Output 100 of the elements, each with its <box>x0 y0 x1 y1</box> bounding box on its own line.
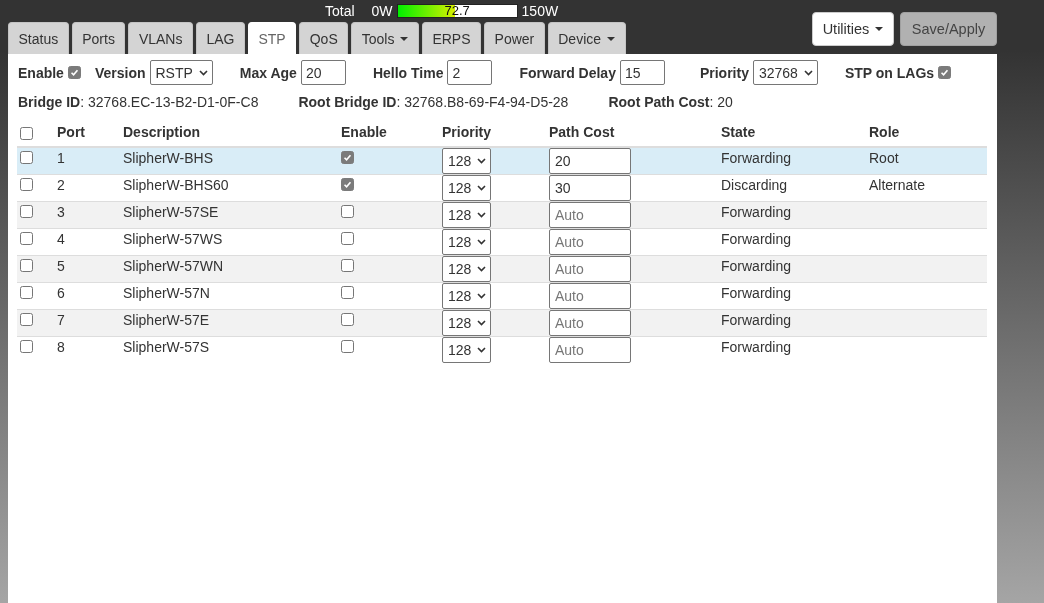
port-description: SlipherW-57WS <box>123 231 223 247</box>
row-checkbox[interactable] <box>20 286 33 299</box>
path-cost-field[interactable]: Auto <box>549 337 631 363</box>
tab[interactable]: STP <box>248 22 297 54</box>
row-checkbox[interactable] <box>20 205 33 218</box>
select-dropdown[interactable]: 32768 <box>752 60 818 85</box>
chevron-down-icon <box>803 69 813 76</box>
port-number: 2 <box>57 177 65 193</box>
tab[interactable]: Status <box>8 22 69 54</box>
enable-checkbox[interactable] <box>341 313 354 326</box>
input-field[interactable]: 2 <box>447 60 493 85</box>
field-label: Hello Time <box>372 64 444 81</box>
checkbox[interactable] <box>67 66 81 79</box>
port-role: Root <box>869 150 899 166</box>
enable-checkbox[interactable] <box>341 178 354 191</box>
port-state: Forwarding <box>721 258 792 274</box>
field-label: Priority <box>699 64 749 81</box>
port-number: 6 <box>57 285 65 301</box>
check-icon <box>68 67 80 78</box>
field-label: Forward Delay <box>519 64 616 81</box>
field-label: Enable <box>18 64 64 81</box>
port-state: Forwarding <box>721 339 792 355</box>
tab[interactable]: Ports <box>71 22 126 54</box>
column-header: Path Cost <box>549 124 615 140</box>
port-state: Forwarding <box>721 231 792 247</box>
priority-select[interactable]: 128 <box>442 256 492 282</box>
bridge-info-text: Root Bridge ID: 32768.B8-69-F4-94-D5-28 <box>298 94 569 110</box>
priority-select[interactable]: 128 <box>442 202 492 228</box>
chevron-down-icon <box>477 185 487 191</box>
row-checkbox[interactable] <box>20 151 33 164</box>
enable-checkbox[interactable] <box>341 340 354 353</box>
port-number: 1 <box>57 150 65 166</box>
column-header: Enable <box>341 124 387 140</box>
path-cost-field[interactable]: Auto <box>549 283 631 309</box>
field-label: Max Age <box>239 64 297 81</box>
tab[interactable]: VLANs <box>128 22 193 54</box>
menu-button[interactable]: Utilities <box>812 12 894 46</box>
port-description: SlipherW-BHS <box>123 150 213 166</box>
select-all-checkbox[interactable] <box>20 126 33 140</box>
checkbox[interactable] <box>938 66 952 79</box>
chevron-down-icon <box>477 266 487 272</box>
enable-checkbox[interactable] <box>341 259 354 272</box>
port-number: 5 <box>57 258 65 274</box>
column-header: Description <box>123 124 200 140</box>
column-header: Role <box>869 124 900 140</box>
caret-down-icon <box>875 27 884 31</box>
tab[interactable]: QoS <box>299 22 349 54</box>
save-button[interactable]: Save/Apply <box>900 12 997 46</box>
path-cost-field[interactable]: 20 <box>549 148 631 174</box>
path-cost-field[interactable]: Auto <box>549 202 631 228</box>
chevron-down-icon <box>477 347 487 353</box>
row-checkbox[interactable] <box>20 313 33 326</box>
tab[interactable]: ERPS <box>421 22 482 54</box>
priority-select[interactable]: 128 <box>442 148 492 174</box>
chevron-down-icon <box>477 212 487 218</box>
priority-select[interactable]: 128 <box>442 337 492 363</box>
select-dropdown[interactable]: RSTP <box>149 60 213 85</box>
field-label: STP on LAGs <box>844 64 935 81</box>
row-checkbox[interactable] <box>20 340 33 353</box>
enable-checkbox[interactable] <box>341 286 354 299</box>
path-cost-field[interactable]: Auto <box>549 229 631 255</box>
column-header: Priority <box>442 124 491 140</box>
chevron-down-icon <box>477 293 487 299</box>
power-max-label: 150W <box>521 3 559 19</box>
port-state: Forwarding <box>721 150 792 166</box>
port-role: Alternate <box>869 177 926 193</box>
path-cost-field[interactable]: Auto <box>549 310 631 336</box>
port-number: 7 <box>57 312 65 328</box>
chevron-down-icon <box>477 158 487 164</box>
enable-checkbox[interactable] <box>341 205 354 218</box>
port-state: Forwarding <box>721 285 792 301</box>
bridge-info-text: Bridge ID: 32768.EC-13-B2-D1-0F-C8 <box>18 94 259 110</box>
tab[interactable]: LAG <box>195 22 245 54</box>
chevron-down-icon <box>198 69 208 76</box>
enable-checkbox[interactable] <box>341 232 354 245</box>
row-checkbox[interactable] <box>20 232 33 245</box>
priority-select[interactable]: 128 <box>442 229 492 255</box>
priority-select[interactable]: 128 <box>442 310 492 336</box>
input-field[interactable]: 15 <box>619 60 665 85</box>
port-description: SlipherW-57E <box>123 312 210 328</box>
check-icon <box>342 152 353 163</box>
path-cost-field[interactable]: 30 <box>549 175 631 201</box>
port-description: SlipherW-57SE <box>123 204 219 220</box>
field-label: Version <box>94 64 146 81</box>
check-icon <box>342 179 353 190</box>
priority-select[interactable]: 128 <box>442 175 492 201</box>
power-total-label: Total <box>325 3 355 19</box>
chevron-down-icon <box>477 320 487 326</box>
row-checkbox[interactable] <box>20 178 33 191</box>
enable-checkbox[interactable] <box>341 151 354 164</box>
port-description: SlipherW-BHS60 <box>123 177 229 193</box>
priority-select[interactable]: 128 <box>442 283 492 309</box>
path-cost-field[interactable]: Auto <box>549 256 631 282</box>
input-field[interactable]: 20 <box>300 60 346 85</box>
tab[interactable]: Tools <box>351 22 419 54</box>
port-description: SlipherW-57S <box>123 339 210 355</box>
row-checkbox[interactable] <box>20 259 33 272</box>
column-header: Port <box>57 124 85 140</box>
tab[interactable]: Power <box>484 22 545 54</box>
tab[interactable]: Device <box>547 22 626 54</box>
